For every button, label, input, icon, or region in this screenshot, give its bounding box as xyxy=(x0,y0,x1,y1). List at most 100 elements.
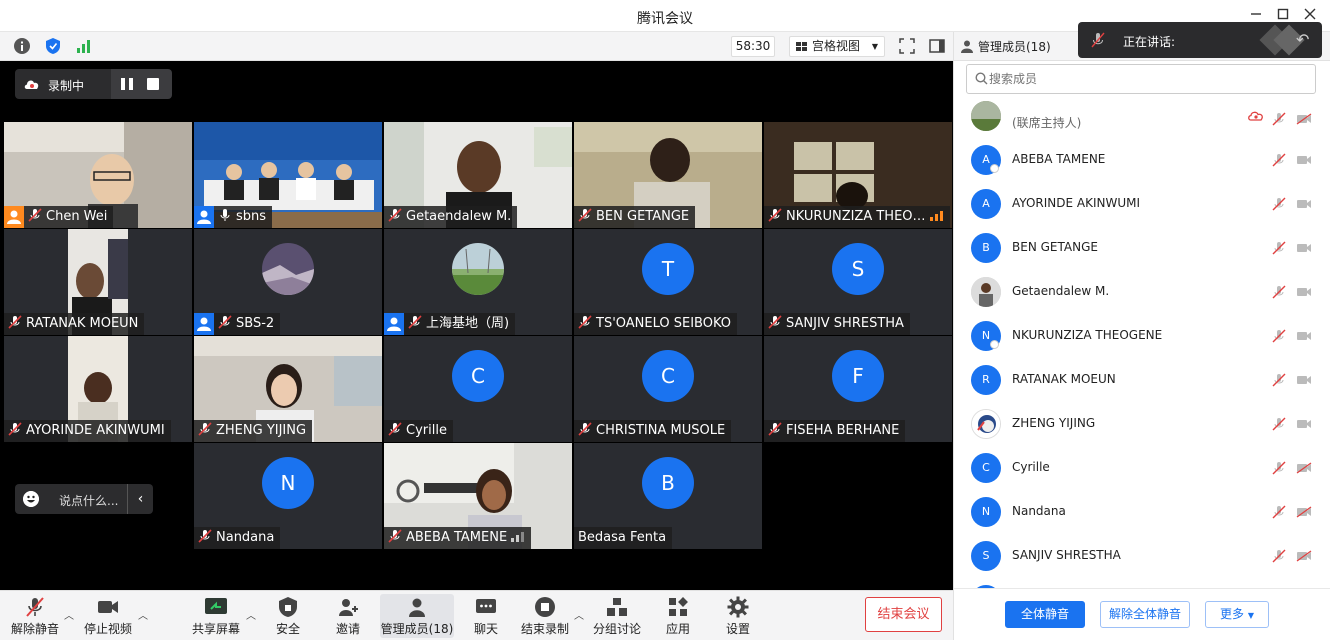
video-tile[interactable]: N Nandana xyxy=(194,443,382,549)
video-tile[interactable]: NKURUNZIZA THEO… xyxy=(764,122,952,228)
mic-muted-icon xyxy=(768,422,782,436)
apps-button[interactable]: 应用 xyxy=(658,594,698,638)
share-screen-button[interactable]: 共享屏幕 xyxy=(190,594,242,638)
info-icon[interactable] xyxy=(13,37,31,55)
mic-muted-icon[interactable] xyxy=(1272,329,1286,343)
video-tile[interactable]: B Bedasa Fenta xyxy=(574,443,762,549)
participant-name: NKURUNZIZA THEO… xyxy=(786,209,926,224)
camera-off-icon[interactable] xyxy=(1296,550,1312,562)
member-name: ABEBA TAMENE xyxy=(1012,152,1106,166)
mic-muted-icon[interactable] xyxy=(1272,505,1286,519)
stop-video-label: 停止视频 xyxy=(83,622,132,636)
list-item[interactable]: A AYORINDE AKINWUMI xyxy=(954,182,1330,226)
video-tile[interactable]: sbns xyxy=(194,122,382,228)
close-icon xyxy=(1304,8,1316,20)
member-search[interactable] xyxy=(966,64,1316,94)
chevron-left-icon[interactable]: ‹ xyxy=(127,484,153,514)
avatar: S xyxy=(971,541,1001,571)
chevron-up-icon[interactable]: ︿ xyxy=(574,607,584,622)
unmute-all-button[interactable]: 解除全体静音 xyxy=(1100,601,1190,628)
video-tile[interactable]: BEN GETANGE xyxy=(574,122,762,228)
end-recording-button[interactable]: 结束录制 xyxy=(518,594,572,638)
camera-icon[interactable] xyxy=(1296,242,1312,254)
chat-quick-input[interactable]: 说点什么... ‹ xyxy=(15,484,153,514)
mic-muted-icon[interactable] xyxy=(1272,197,1286,211)
search-input[interactable] xyxy=(989,70,1289,88)
mic-muted-icon[interactable] xyxy=(1272,461,1286,475)
fullscreen-icon[interactable] xyxy=(898,37,916,55)
chat-button[interactable]: 聊天 xyxy=(466,594,506,638)
pause-recording-button[interactable] xyxy=(121,78,133,90)
camera-off-icon[interactable] xyxy=(1296,113,1312,125)
video-tile[interactable]: C Cyrille xyxy=(384,336,572,442)
list-item[interactable]: A ABEBA TAMENE xyxy=(954,138,1330,182)
panel-title: 管理成员(18) xyxy=(978,40,1051,54)
list-item[interactable]: (联席主持人) xyxy=(954,100,1330,138)
manage-members-label: 管理成员(18) xyxy=(380,622,454,636)
member-name: SANJIV SHRESTHA xyxy=(1012,548,1121,562)
list-item[interactable]: ZHENG YIJING xyxy=(954,402,1330,446)
participant-name: 上海基地（周) xyxy=(426,316,510,331)
chevron-up-icon[interactable]: ︿ xyxy=(64,607,74,622)
video-tile[interactable]: ZHENG YIJING xyxy=(194,336,382,442)
list-item[interactable] xyxy=(954,578,1330,588)
video-tile[interactable]: T TS'OANELO SEIBOKO xyxy=(574,229,762,335)
camera-icon[interactable] xyxy=(1296,286,1312,298)
stop-recording-button[interactable] xyxy=(147,78,159,90)
mic-muted-icon[interactable] xyxy=(1272,373,1286,387)
mic-muted-icon[interactable] xyxy=(1272,549,1286,563)
manage-members-button[interactable]: 管理成员(18) xyxy=(380,594,454,638)
mic-muted-icon[interactable] xyxy=(1272,417,1286,431)
mic-muted-icon xyxy=(198,422,212,436)
video-tile[interactable]: S SANJIV SHRESTHA xyxy=(764,229,952,335)
unmute-button[interactable]: 解除静音 xyxy=(10,594,60,638)
video-tile[interactable]: ABEBA TAMENE xyxy=(384,443,572,549)
camera-icon[interactable] xyxy=(1296,374,1312,386)
video-tile[interactable]: Chen Wei xyxy=(4,122,192,228)
camera-off-icon[interactable] xyxy=(1296,506,1312,518)
mute-all-button[interactable]: 全体静音 xyxy=(1005,601,1085,628)
video-tile[interactable]: AYORINDE AKINWUMI xyxy=(4,336,192,442)
more-button[interactable]: 更多 ▼ xyxy=(1205,601,1269,628)
camera-icon[interactable] xyxy=(1296,330,1312,342)
list-item[interactable]: N NKURUNZIZA THEOGENE xyxy=(954,314,1330,358)
chevron-up-icon[interactable]: ︿ xyxy=(138,607,148,622)
list-item[interactable]: Getaendalew M. xyxy=(954,270,1330,314)
list-item[interactable]: B BEN GETANGE xyxy=(954,226,1330,270)
mic-muted-icon[interactable] xyxy=(1272,241,1286,255)
video-tile[interactable]: SBS-2 xyxy=(194,229,382,335)
video-tile[interactable]: C CHRISTINA MUSOLE xyxy=(574,336,762,442)
camera-icon[interactable] xyxy=(1296,198,1312,210)
invite-button[interactable]: 邀请 xyxy=(326,594,370,638)
signal-icon[interactable] xyxy=(75,37,93,55)
chevron-up-icon[interactable]: ︿ xyxy=(246,607,256,622)
settings-button[interactable]: 设置 xyxy=(718,594,758,638)
view-mode-select[interactable]: 宫格视图 ▼ xyxy=(789,36,885,57)
shield-icon[interactable] xyxy=(44,37,62,55)
mic-muted-icon[interactable] xyxy=(1272,153,1286,167)
video-tile[interactable]: RATANAK MOEUN xyxy=(4,229,192,335)
video-tile[interactable]: F FISEHA BERHANE xyxy=(764,336,952,442)
emoji-icon[interactable] xyxy=(23,491,39,507)
video-tile[interactable]: Getaendalew M. xyxy=(384,122,572,228)
end-meeting-button[interactable]: 结束会议 xyxy=(865,597,942,632)
sidebar-toggle-icon[interactable] xyxy=(928,37,946,55)
camera-off-icon[interactable] xyxy=(1296,462,1312,474)
mic-muted-icon[interactable] xyxy=(1272,285,1286,299)
security-button[interactable]: 安全 xyxy=(266,594,310,638)
speaking-label: 正在讲话: xyxy=(1123,35,1176,49)
list-item[interactable]: N Nandana xyxy=(954,490,1330,534)
breakout-rooms-button[interactable]: 分组讨论 xyxy=(592,594,642,638)
list-item[interactable]: R RATANAK MOEUN xyxy=(954,358,1330,402)
stop-video-button[interactable]: 停止视频 xyxy=(82,594,134,638)
camera-icon xyxy=(98,601,118,613)
list-item[interactable]: C Cyrille xyxy=(954,446,1330,490)
mic-muted-icon[interactable] xyxy=(1272,112,1286,126)
list-item[interactable]: S SANJIV SHRESTHA xyxy=(954,534,1330,578)
camera-icon[interactable] xyxy=(1296,418,1312,430)
collapse-icon[interactable]: ↶ xyxy=(1296,30,1309,49)
camera-icon[interactable] xyxy=(1296,154,1312,166)
participant-avatar: C xyxy=(452,350,504,402)
participant-name: TS'OANELO SEIBOKO xyxy=(596,316,732,331)
video-tile[interactable]: 上海基地（周) xyxy=(384,229,572,335)
